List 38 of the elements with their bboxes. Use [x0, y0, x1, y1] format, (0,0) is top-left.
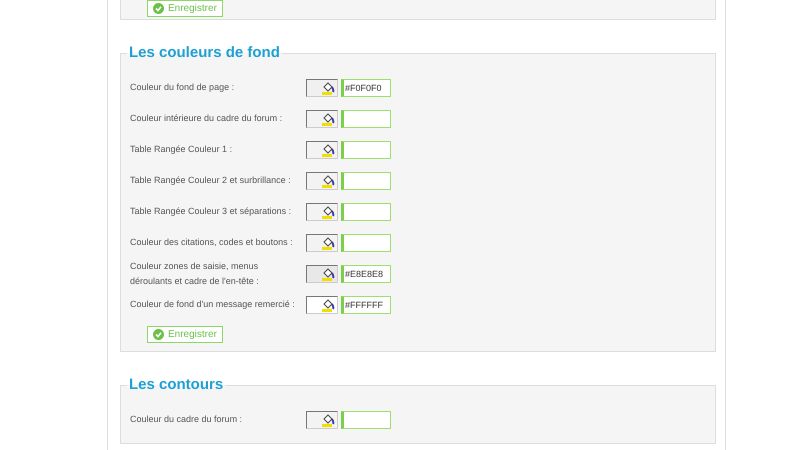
field-label: Couleur de fond d'un message remercié :: [130, 298, 296, 311]
field-label: Table Rangée Couleur 1 :: [130, 143, 234, 156]
color-input[interactable]: [341, 410, 391, 428]
paint-bucket-icon: [321, 266, 335, 280]
color-input[interactable]: #FFFFFF: [341, 296, 391, 314]
check-circle-icon: [153, 3, 164, 14]
color-input[interactable]: [341, 110, 391, 128]
color-input[interactable]: [341, 234, 391, 252]
color-swatch[interactable]: [306, 264, 338, 282]
paint-bucket-icon: [321, 412, 335, 426]
paint-bucket-icon: [321, 142, 335, 156]
paint-bucket-icon: [321, 236, 335, 250]
color-swatch[interactable]: [306, 110, 338, 128]
color-swatch[interactable]: [306, 202, 338, 220]
color-swatch[interactable]: [306, 140, 338, 158]
color-input[interactable]: [341, 202, 391, 220]
paint-bucket-icon: [321, 80, 335, 94]
color-input[interactable]: #F0F0F0: [341, 78, 391, 96]
color-swatch[interactable]: [306, 410, 338, 428]
field-label: Couleur intérieure du cadre du forum :: [130, 112, 284, 125]
field-label: Couleur des citations, codes et boutons :: [130, 236, 294, 249]
check-circle-icon: [153, 329, 164, 340]
color-swatch[interactable]: [306, 234, 338, 252]
field-label: Table Rangée Couleur 2 et surbrillance :: [130, 174, 292, 187]
field-label: Couleur zones de saisie, menus déroulants et cadre de l'en-tête :: [130, 260, 260, 288]
paint-bucket-icon: [321, 112, 335, 126]
field-label: Couleur du cadre du forum :: [130, 413, 244, 426]
paint-bucket-icon: [321, 174, 335, 188]
field-label: Table Rangée Couleur 3 et séparations :: [130, 205, 292, 218]
color-swatch[interactable]: [306, 78, 338, 96]
paint-bucket-icon: [321, 204, 335, 218]
color-input[interactable]: #E8E8E8: [341, 264, 391, 282]
color-input[interactable]: [341, 140, 391, 158]
color-input[interactable]: [341, 172, 391, 190]
paint-bucket-icon: [321, 298, 335, 312]
field-label: Couleur du fond de page :: [130, 81, 236, 94]
color-swatch[interactable]: [306, 172, 338, 190]
color-swatch[interactable]: [306, 296, 338, 314]
